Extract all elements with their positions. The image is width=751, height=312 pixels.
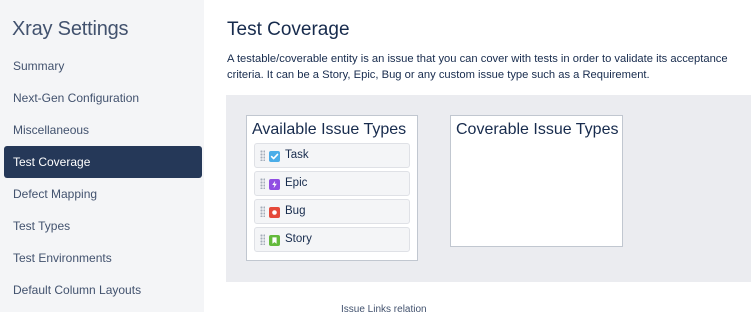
sidebar-item-test-environments[interactable]: Test Environments	[4, 242, 202, 274]
sidebar-item-test-coverage[interactable]: Test Coverage	[4, 146, 202, 178]
sidebar-item-defect-mapping[interactable]: Defect Mapping	[4, 178, 202, 210]
story-icon	[269, 235, 280, 246]
issue-type-label: Task	[285, 149, 309, 161]
bug-icon	[269, 207, 280, 218]
coverable-issue-types-title: Coverable Issue Types	[456, 121, 619, 138]
drag-handle-icon[interactable]	[260, 234, 265, 245]
issue-type-epic[interactable]: Epic	[254, 171, 410, 196]
issue-type-bug[interactable]: Bug	[254, 199, 410, 224]
main-content: Test Coverage A testable/coverable entit…	[226, 0, 751, 312]
available-issue-types-title: Available Issue Types	[252, 121, 407, 138]
sidebar-item-default-column-layouts[interactable]: Default Column Layouts	[4, 274, 202, 306]
drag-handle-icon[interactable]	[260, 206, 265, 217]
epic-icon	[269, 179, 280, 190]
issue-types-panel: Available Issue Types Task Epic Bug Stor…	[226, 95, 751, 282]
sidebar-item-next-gen-configuration[interactable]: Next-Gen Configuration	[4, 82, 202, 114]
page-description: A testable/coverable entity is an issue …	[227, 53, 728, 81]
settings-sidebar: Xray Settings Summary Next-Gen Configura…	[0, 0, 204, 312]
drag-handle-icon[interactable]	[260, 178, 265, 189]
sidebar-item-test-types[interactable]: Test Types	[4, 210, 202, 242]
issue-type-task[interactable]: Task	[254, 143, 410, 168]
sidebar-item-summary[interactable]: Summary	[4, 50, 202, 82]
task-icon	[269, 151, 280, 162]
page-title: Test Coverage	[227, 19, 350, 40]
issue-type-story[interactable]: Story	[254, 227, 410, 252]
issue-type-label: Bug	[285, 205, 306, 217]
issue-type-label: Epic	[285, 177, 308, 189]
sidebar-nav: Summary Next-Gen Configuration Miscellan…	[4, 50, 202, 306]
issue-links-relation-label: Issue Links relation	[341, 304, 427, 312]
available-issue-types-list[interactable]: Available Issue Types Task Epic Bug Stor…	[246, 115, 418, 261]
sidebar-title: Xray Settings	[12, 18, 129, 40]
sidebar-item-miscellaneous[interactable]: Miscellaneous	[4, 114, 202, 146]
issue-type-label: Story	[285, 233, 312, 245]
drag-handle-icon[interactable]	[260, 150, 265, 161]
coverable-issue-types-list[interactable]: Coverable Issue Types	[450, 115, 623, 247]
